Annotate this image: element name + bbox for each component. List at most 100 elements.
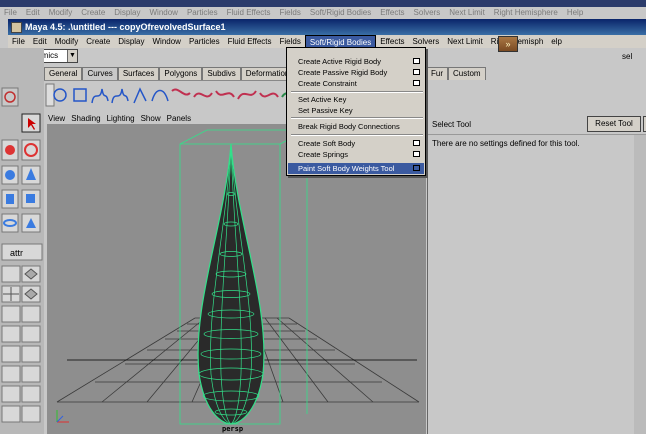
soft-rigid-bodies-menu: Create Active Rigid Body Create Passive R… xyxy=(286,47,426,176)
menu-item-create-soft-body[interactable]: Create Soft Body xyxy=(298,138,355,149)
viewport-menu-shading[interactable]: Shading xyxy=(71,113,100,124)
shelf-tab-polygons[interactable]: Polygons xyxy=(159,67,203,80)
menu-item-paint-soft-body-weights-tool[interactable]: Paint Soft Body Weights Tool xyxy=(298,163,394,174)
menu-edit[interactable]: Edit xyxy=(29,35,51,48)
revolved-surface xyxy=(197,143,265,425)
ep-curve-icon xyxy=(111,88,129,104)
menu-separator xyxy=(291,134,423,136)
shelf-tab-surfaces[interactable]: Surfaces xyxy=(117,67,160,80)
tool-settings-message: There are no settings defined for this t… xyxy=(432,139,580,148)
toolbox-icons: attr xyxy=(1,87,43,423)
option-box-icon[interactable] xyxy=(413,140,420,146)
layout-list-icon xyxy=(1,345,21,363)
menu-next-limit[interactable]: Next Limit xyxy=(443,35,487,48)
shelf-tab-custom[interactable]: Custom xyxy=(448,67,486,80)
menu-separator xyxy=(291,91,423,93)
layout-hypergraph-icon xyxy=(1,385,21,403)
layout-extra-icon xyxy=(1,405,21,423)
background-menu-item: Next Limit xyxy=(449,8,485,17)
fillet-curve-icon xyxy=(237,90,257,100)
background-menu-item: Modify xyxy=(48,8,73,17)
detach-curve-icon xyxy=(215,90,235,98)
pencil-curve-icon xyxy=(133,87,147,104)
menu-item-set-passive-key[interactable]: Set Passive Key xyxy=(298,105,353,116)
reset-tool-button[interactable]: Reset Tool xyxy=(587,116,641,132)
shelf-tab-subdivs[interactable]: Subdivs xyxy=(202,67,241,80)
option-box-icon[interactable] xyxy=(413,165,420,171)
offset-curve-icon xyxy=(171,88,191,96)
layout-extra2-icon xyxy=(21,405,41,423)
layout-list2-icon xyxy=(21,345,41,363)
square-curve-icon xyxy=(73,88,87,102)
attach-curve-icon xyxy=(193,92,213,98)
menu-elp[interactable]: elp xyxy=(547,35,566,48)
axis-indicator-icon xyxy=(56,410,69,423)
background-menu-item: Right Hemisphere xyxy=(493,8,558,17)
menu-fluid-effects[interactable]: Fluid Effects xyxy=(224,35,276,48)
menu-item-break-rigid-body-connections[interactable]: Break Rigid Body Connections xyxy=(298,121,400,132)
background-menu-item: Fields xyxy=(279,8,301,17)
viewport-menu-panels[interactable]: Panels xyxy=(167,113,191,124)
layout-split2-icon xyxy=(21,305,41,323)
viewport-camera-label: persp xyxy=(222,425,244,433)
insert-knot-icon xyxy=(259,92,279,98)
menu-modify[interactable]: Modify xyxy=(51,35,83,48)
background-menu-item: Effects xyxy=(380,8,405,17)
menu-item-create-constraint[interactable]: Create Constraint xyxy=(298,78,357,89)
background-menu-item: Fluid Effects xyxy=(226,8,271,17)
shelf-tab-general[interactable]: General xyxy=(44,67,83,80)
viewport-menu-show[interactable]: Show xyxy=(141,113,161,124)
tool-settings-title: Select Tool xyxy=(432,120,471,129)
cv-curve-icon xyxy=(91,88,109,104)
window-titlebar[interactable]: Maya 4.5: .\untitled --- copyOfrevolvedS… xyxy=(8,19,646,35)
shelf-tabs-right: Fur Custom xyxy=(426,67,486,80)
background-menu-item: File xyxy=(4,8,17,17)
menu-item-create-active-rigid-body[interactable]: Create Active Rigid Body xyxy=(298,56,381,67)
svg-text:attr: attr xyxy=(10,248,23,258)
selection-label: sel xyxy=(622,52,633,61)
layout-outliner-icon xyxy=(1,365,21,383)
menu-separator xyxy=(291,117,423,119)
option-box-icon[interactable] xyxy=(413,58,420,64)
menu-item-set-active-key[interactable]: Set Active Key xyxy=(298,94,346,105)
vertical-scrollbar[interactable] xyxy=(634,135,646,434)
menu-create[interactable]: Create xyxy=(82,35,114,48)
circle-curve-icon xyxy=(53,88,67,102)
toolbox: attr xyxy=(0,48,44,434)
shelf-tab-fur[interactable]: Fur xyxy=(426,67,448,80)
menu-file[interactable]: File xyxy=(8,35,29,48)
menu-item-create-passive-rigid-body[interactable]: Create Passive Rigid Body xyxy=(298,67,387,78)
window-title: Maya 4.5: .\untitled --- copyOfrevolvedS… xyxy=(25,22,226,32)
chevron-down-icon[interactable]: ▼ xyxy=(67,50,77,62)
option-box-icon[interactable] xyxy=(413,80,420,86)
layout-grid2-icon xyxy=(1,325,21,343)
option-box-icon[interactable] xyxy=(413,69,420,75)
menu-item-create-springs[interactable]: Create Springs xyxy=(298,149,348,160)
arc-icon xyxy=(151,89,169,102)
menu-window[interactable]: Window xyxy=(149,35,185,48)
layout-split-icon xyxy=(1,305,21,323)
layout-graph-icon xyxy=(21,365,41,383)
menu-particles[interactable]: Particles xyxy=(185,35,224,48)
background-menu-item: Create xyxy=(81,8,106,17)
divider xyxy=(428,134,646,135)
viewport-menu-lighting[interactable]: Lighting xyxy=(107,113,135,124)
viewport-menu-view[interactable]: View xyxy=(48,113,65,124)
layout-single-icon xyxy=(1,265,21,283)
shelf-tab-curves[interactable]: Curves xyxy=(82,67,118,80)
layout-persp-icon xyxy=(21,385,41,403)
background-menu-item: Window xyxy=(149,8,178,17)
menu-display[interactable]: Display xyxy=(114,35,148,48)
background-menubar: File Edit Modify Create Display Window Particl… xyxy=(0,7,646,18)
maya-logo-icon xyxy=(11,21,22,33)
background-menu-item: Display xyxy=(114,8,141,17)
tool-settings-panel: Select Tool Reset Tool There are no sett… xyxy=(427,113,646,434)
shelf-tabs: General Curves Surfaces Polygons Subdivs Defo… xyxy=(44,67,336,80)
background-menu-item: Soft/Rigid Bodies xyxy=(309,8,372,17)
background-menu-item: Solvers xyxy=(413,8,441,17)
background-menu-item: Particles xyxy=(186,8,218,17)
option-box-icon[interactable] xyxy=(413,151,420,157)
background-menu-item: Edit xyxy=(25,8,40,17)
layout-grid3-icon xyxy=(21,325,41,343)
double-chevron-down-icon[interactable]: » xyxy=(498,36,518,52)
